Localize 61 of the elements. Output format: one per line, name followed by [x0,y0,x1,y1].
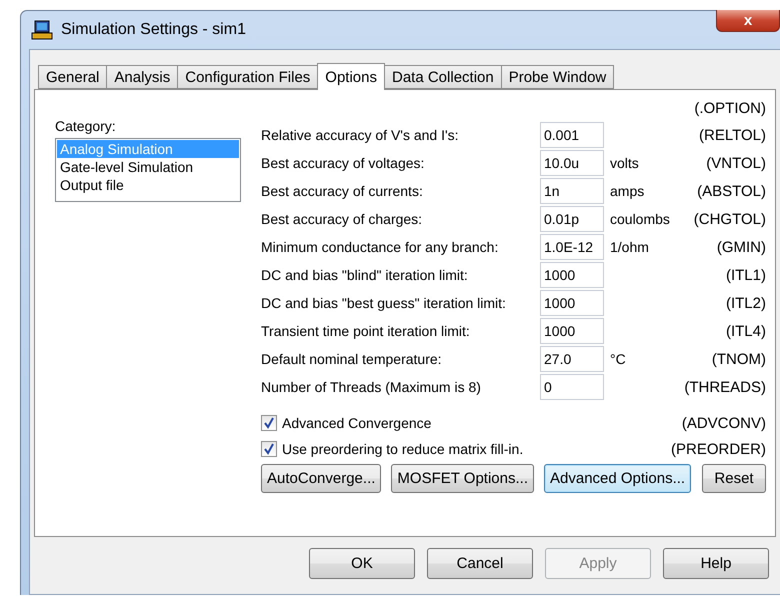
input-field[interactable]: 1000 [540,318,604,344]
field-label: Number of Threads (Maximum is 8) [261,379,482,395]
tab[interactable]: Analysis [106,65,178,89]
checkbox-label: Use preordering to reduce matrix fill-in. [282,441,524,457]
option-button[interactable]: Advanced Options... [544,464,692,493]
option-header: (.OPTION) [694,100,766,119]
tab[interactable]: Data Collection [384,65,502,89]
checkbox-label: Advanced Convergence [282,415,432,431]
input-field[interactable]: 1n [540,178,604,204]
option-code: (ABSTOL) [696,182,766,200]
unit-label: 1/ohm [609,239,650,255]
option-code: (THREADS) [684,378,766,396]
option-code: (ITL1) [724,266,766,284]
unit-label: volts [609,155,640,171]
window-title: Simulation Settings - sim1 [61,21,247,39]
field-label: Best accuracy of charges: [261,211,424,227]
dialog-button[interactable]: OK [309,548,415,579]
option-code: (RELTOL) [698,126,766,144]
input-field[interactable]: 0 [540,374,604,400]
tab[interactable]: Options [317,63,385,90]
field-label: Default nominal temperature: [261,351,443,367]
list-item[interactable]: Output file [57,176,239,194]
field-label: Transient time point iteration limit: [261,323,471,339]
option-code: (ITL4) [724,322,766,340]
field-label: DC and bias "best guess" iteration limit: [261,295,507,311]
list-item[interactable]: Gate-level Simulation [57,158,239,176]
option-code: (GMIN) [716,238,766,256]
option-code: (CHGTOL) [692,210,766,228]
tab[interactable]: Configuration Files [177,65,318,89]
dialog-button[interactable]: Help [663,548,769,579]
unit-label: °C [609,351,627,367]
field-label: Minimum conductance for any branch: [261,239,500,255]
option-button[interactable]: AutoConverge... [261,464,382,493]
field-label: Best accuracy of currents: [261,183,424,199]
field-label: DC and bias "blind" iteration limit: [261,267,469,283]
option-code: (TNOM) [710,350,766,368]
input-field[interactable]: 0.01p [540,206,604,232]
option-code: (PREORDER) [670,440,766,458]
tab[interactable]: General [38,65,108,89]
category-label: Category: [55,118,117,134]
field-label: Best accuracy of voltages: [261,155,426,171]
option-code: (ADVCONV) [682,414,766,432]
checkbox[interactable] [261,415,277,431]
input-field[interactable]: 27.0 [540,346,604,372]
field-label: Relative accuracy of V's and I's: [261,127,460,143]
option-button[interactable]: MOSFET Options... [391,464,534,493]
option-code: (VNTOL) [705,154,766,172]
option-code: (ITL2) [724,294,766,312]
computer-icon [31,19,53,41]
input-field[interactable]: 10.0u [540,150,604,176]
unit-label: amps [609,183,646,199]
input-field[interactable]: 1000 [540,262,604,288]
checkbox[interactable] [261,441,277,457]
unit-label: coulombs [609,211,671,227]
input-field[interactable]: 1000 [540,290,604,316]
option-button[interactable]: Reset [702,464,766,493]
tab[interactable]: Probe Window [500,65,614,89]
input-field[interactable]: 0.001 [540,122,604,148]
input-field[interactable]: 1.0E-12 [540,234,604,260]
close-button[interactable]: x [716,10,780,32]
dialog-button[interactable]: Cancel [427,548,533,579]
